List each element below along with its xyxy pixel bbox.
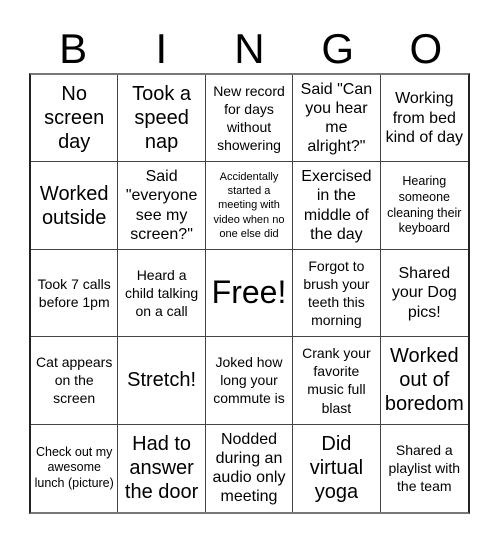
header-letter-g: G (321, 25, 354, 72)
bingo-cell[interactable]: No screen day (31, 75, 119, 163)
bingo-cell[interactable]: Check out my awesome lunch (picture) (31, 424, 119, 512)
free-space-cell[interactable]: Free! (205, 249, 294, 338)
header-letter-b: B (59, 25, 88, 72)
bingo-cell[interactable]: Did virtual yoga (293, 424, 381, 512)
bingo-header: B I N G O (29, 24, 470, 74)
bingo-cell[interactable]: Said "Can you hear me alright?" (293, 75, 381, 163)
bingo-cell[interactable]: Had to answer the door (118, 424, 206, 512)
bingo-cell[interactable]: Heard a child talking on a call (118, 249, 206, 338)
bingo-cell[interactable]: Worked out of boredom (380, 337, 468, 425)
header-letter-o: O (409, 25, 443, 72)
bingo-cell[interactable]: Took a speed nap (118, 75, 206, 163)
bingo-cell[interactable]: Forgot to brush your teeth this morning (293, 249, 381, 338)
bingo-cell[interactable]: Shared a playlist with the team (381, 425, 468, 512)
bingo-cell[interactable]: Said "everyone see my screen?" (118, 162, 206, 250)
bingo-cell[interactable]: Working from bed kind of day (380, 75, 468, 163)
bingo-cell[interactable]: Stretch! (118, 337, 206, 425)
bingo-cell[interactable]: Shared your Dog pics! (380, 250, 468, 338)
bingo-cell[interactable]: Hearing someone cleaning their keyboard (380, 162, 468, 250)
bingo-cell[interactable]: Joked how long your commute is (205, 337, 294, 425)
bingo-cell[interactable]: Exercised in the middle of the day (293, 162, 381, 250)
bingo-cell[interactable]: Worked outside (31, 162, 119, 250)
bingo-cell[interactable]: New record for days without showering (205, 75, 294, 163)
bingo-cell[interactable]: Crank your favorite music full blast (293, 337, 381, 425)
bingo-cell[interactable]: Cat appears on the screen (31, 337, 119, 425)
bingo-cell[interactable]: Nodded during an audio only meeting (206, 424, 294, 512)
bingo-cell[interactable]: Accidentally started a meeting with vide… (205, 162, 294, 250)
header-letter-i: I (155, 25, 168, 72)
bingo-cell[interactable]: Took 7 calls before 1pm (31, 249, 119, 338)
header-letter-n: N (234, 25, 265, 72)
bingo-board: No screen day Took a speed nap New recor… (29, 73, 470, 514)
